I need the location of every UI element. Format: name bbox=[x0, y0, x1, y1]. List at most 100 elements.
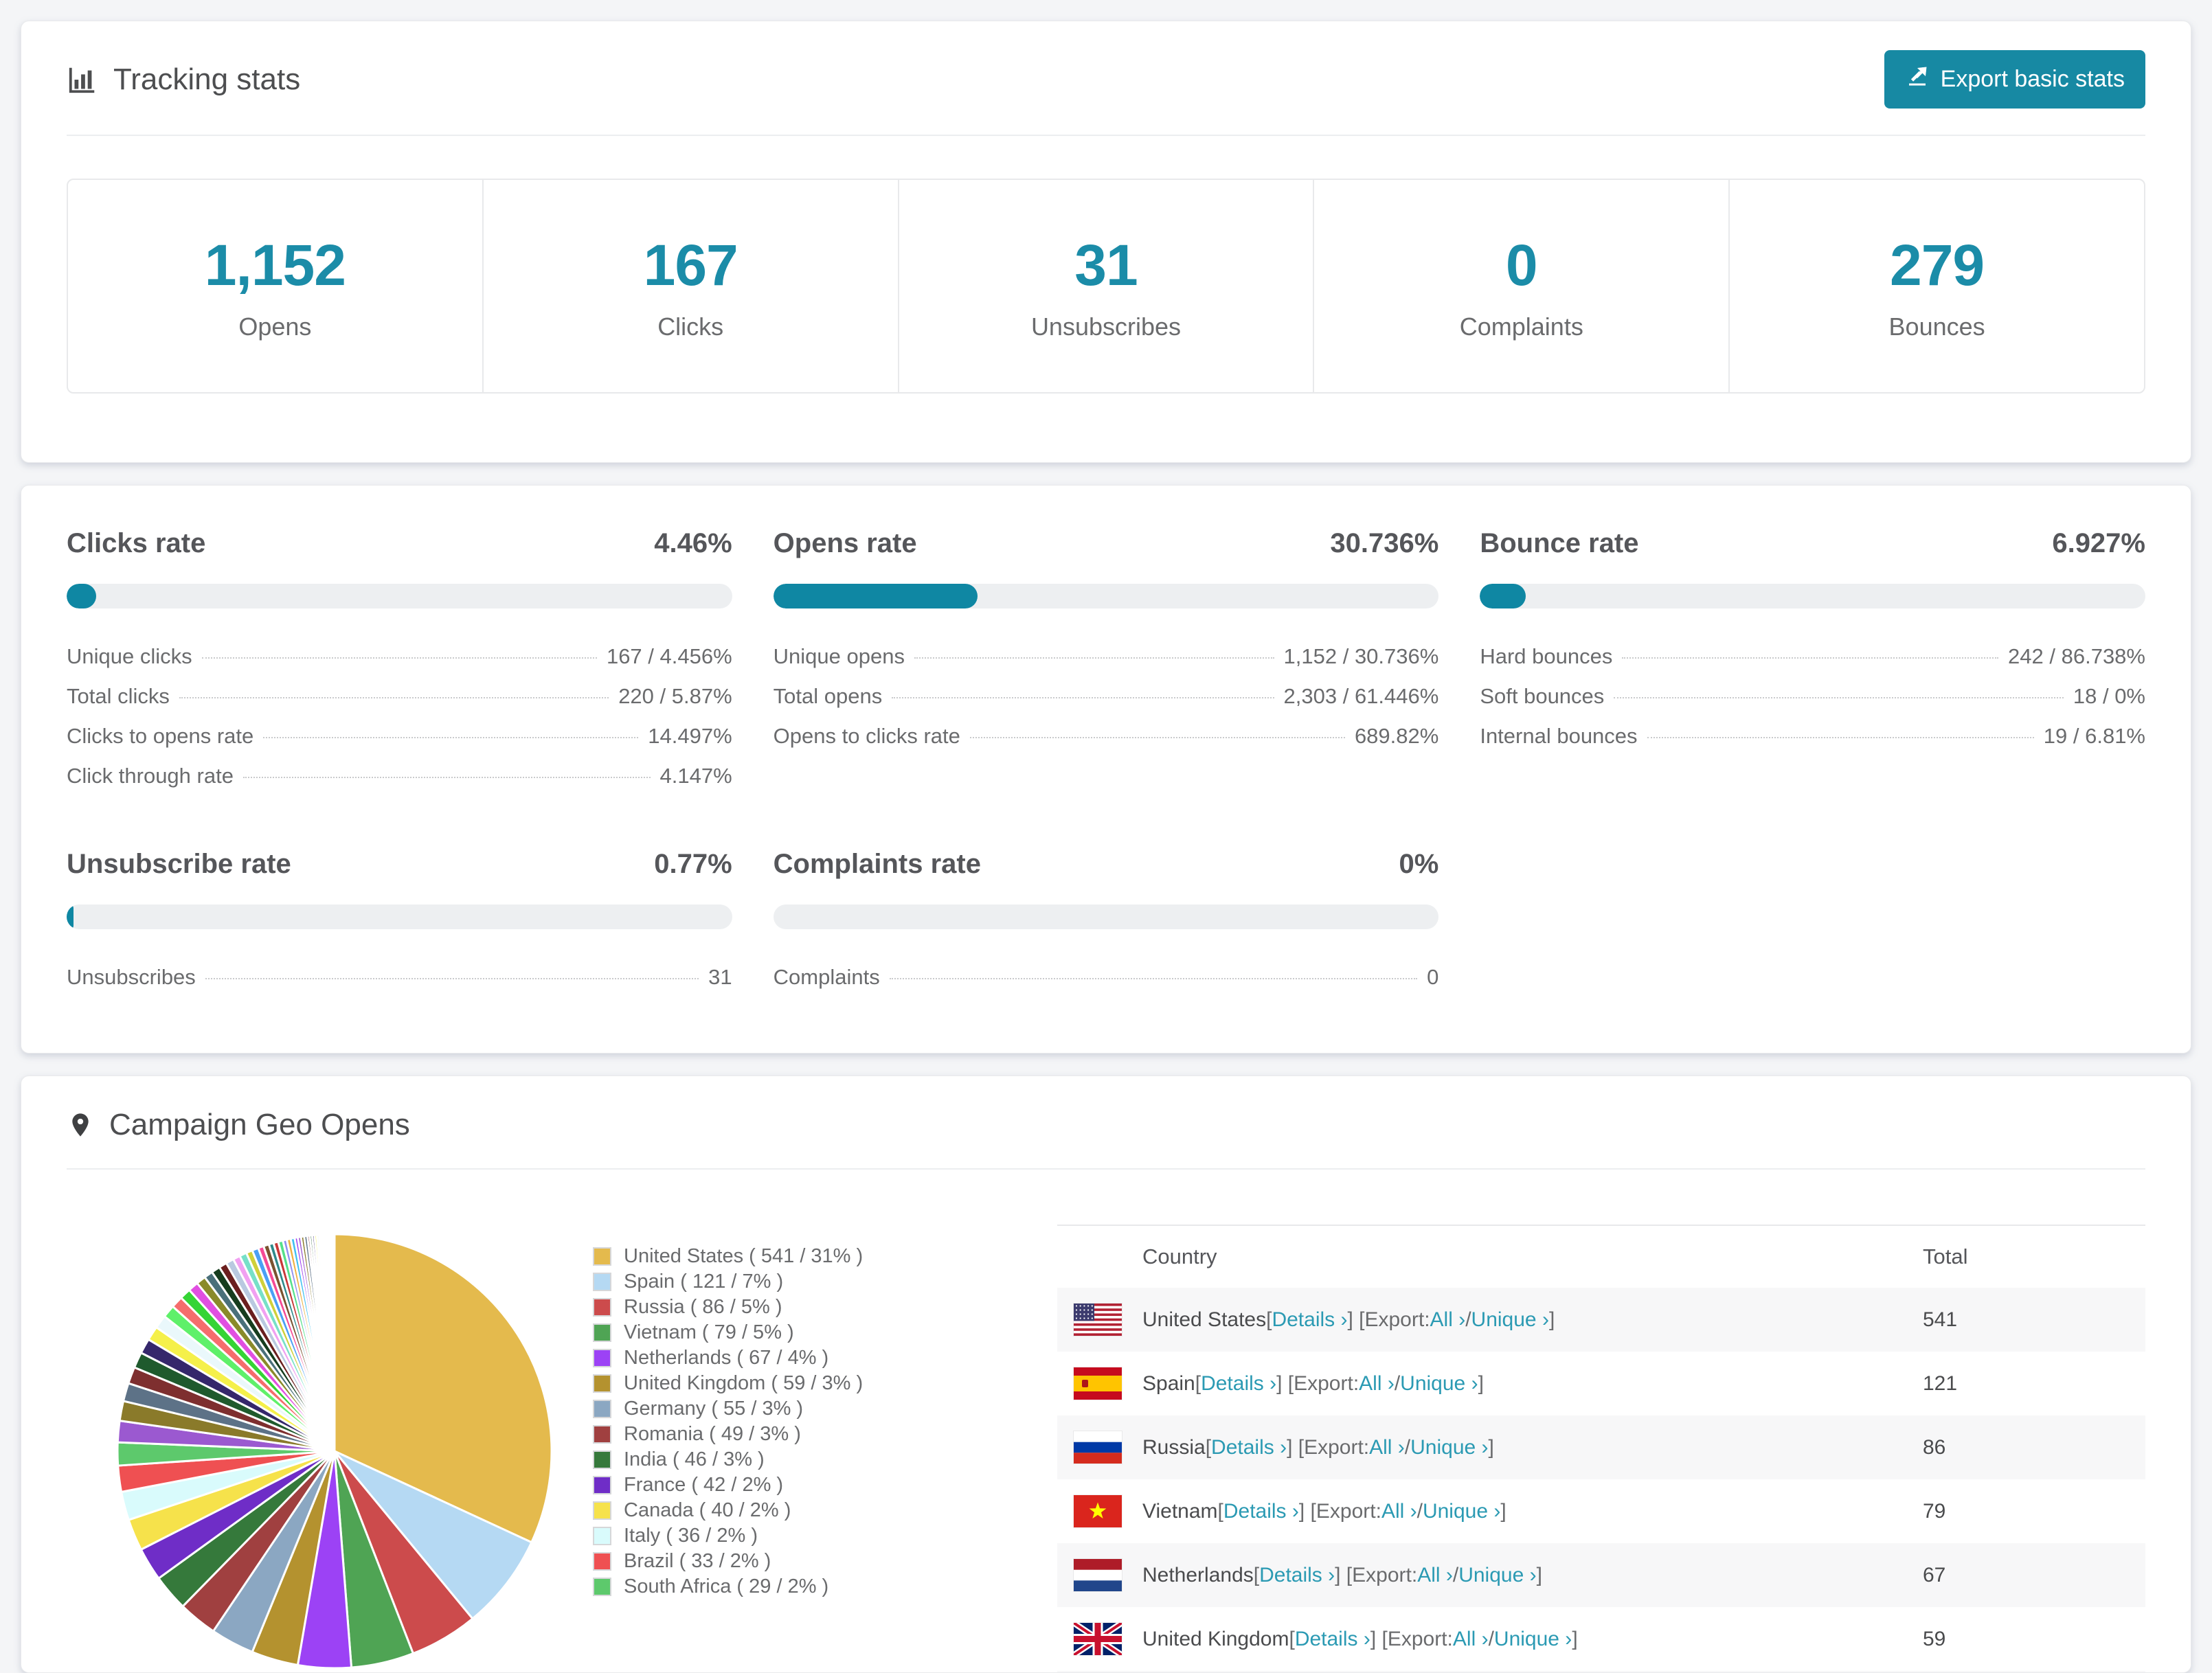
export-unique-link[interactable]: Unique › bbox=[1410, 1436, 1488, 1459]
rate-block-unsubscribe-rate: Unsubscribe rate 0.77% Unsubscribes 31 bbox=[67, 849, 732, 989]
country-column-header: Country bbox=[1142, 1244, 1217, 1268]
legend-item: Romania ( 49 / 3% ) bbox=[593, 1422, 1032, 1447]
export-label: ] [Export: bbox=[1335, 1563, 1418, 1586]
dotted-leader bbox=[914, 657, 1274, 659]
total-cell: 86 bbox=[1923, 1435, 1946, 1459]
export-all-link[interactable]: All › bbox=[1359, 1372, 1395, 1396]
slash: / bbox=[1488, 1627, 1494, 1650]
flag-icon-es bbox=[1074, 1367, 1122, 1400]
export-label: ] [Export: bbox=[1276, 1372, 1359, 1395]
country-cell: Vietnam [Details ›] [Export: All › / Uni… bbox=[1074, 1495, 1923, 1527]
legend-item: Brazil ( 33 / 2% ) bbox=[593, 1549, 1032, 1574]
details-link[interactable]: Details › bbox=[1259, 1564, 1335, 1587]
legend-item: France ( 42 / 2% ) bbox=[593, 1472, 1032, 1498]
rate-head: Complaints rate 0% bbox=[774, 849, 1439, 880]
flag-icon-nl bbox=[1074, 1559, 1122, 1591]
dotted-leader bbox=[263, 737, 639, 738]
stat-value: 0 bbox=[1505, 233, 1538, 297]
export-basic-stats-button[interactable]: Export basic stats bbox=[1884, 50, 2145, 109]
export-all-link[interactable]: All › bbox=[1417, 1564, 1453, 1587]
progress-bar bbox=[773, 584, 1439, 608]
table-row-gb: United Kingdom [Details ›] [Export: All … bbox=[1057, 1607, 2145, 1671]
bracket: ] bbox=[1488, 1435, 1494, 1459]
legend-color-swatch bbox=[593, 1501, 611, 1520]
rate-block-opens-rate: Opens rate 30.736% Unique opens 1,152 / 30.… bbox=[773, 528, 1439, 784]
total-cell: 79 bbox=[1923, 1499, 1946, 1523]
map-pin-icon bbox=[67, 1109, 94, 1141]
rate-title: Unsubscribe rate bbox=[67, 849, 291, 879]
export-all-link[interactable]: All › bbox=[1369, 1436, 1405, 1459]
rate-title: Clicks rate bbox=[67, 528, 206, 558]
legend-color-swatch bbox=[593, 1552, 611, 1571]
rate-head: Bounce rate 6.927% bbox=[1480, 528, 2145, 559]
table-row-vn: Vietnam [Details ›] [Export: All › / Uni… bbox=[1057, 1479, 2145, 1543]
country-name: Spain bbox=[1142, 1372, 1195, 1395]
details-link[interactable]: Details › bbox=[1295, 1628, 1370, 1651]
rate-head: Unsubscribe rate 0.77% bbox=[67, 849, 732, 880]
bracket: ] bbox=[1500, 1499, 1506, 1523]
rate-stat-row: Total opens 2,303 / 61.446% bbox=[774, 684, 1439, 708]
rate-stat-label: Internal bounces bbox=[1480, 724, 1638, 748]
rate-stat-rows: Unique clicks 167 / 4.456% Total clicks 220… bbox=[67, 644, 732, 788]
legend-label: Brazil ( 33 / 2% ) bbox=[624, 1550, 771, 1572]
table-row-ru: Russia [Details ›] [Export: All › / Uniq… bbox=[1057, 1415, 2145, 1479]
country-name: United States bbox=[1142, 1308, 1267, 1331]
progress-bar-fill bbox=[67, 904, 74, 929]
export-unique-link[interactable]: Unique › bbox=[1400, 1372, 1478, 1396]
dotted-leader bbox=[242, 777, 651, 778]
rate-stat-value: 1,152 / 30.736% bbox=[1283, 644, 1439, 668]
details-link[interactable]: Details › bbox=[1272, 1308, 1347, 1332]
rate-stat-value: 2,303 / 61.446% bbox=[1283, 684, 1439, 708]
export-label: ] [Export: bbox=[1370, 1627, 1453, 1650]
rate-value: 30.736% bbox=[1330, 528, 1439, 558]
rate-title: Bounce rate bbox=[1480, 528, 1639, 558]
total-cell: 121 bbox=[1923, 1372, 1958, 1395]
pie-slice-other-49[interactable] bbox=[332, 1233, 336, 1453]
export-unique-link[interactable]: Unique › bbox=[1494, 1628, 1572, 1651]
export-all-link[interactable]: All › bbox=[1430, 1308, 1466, 1332]
bracket: [ bbox=[1266, 1308, 1272, 1331]
rate-stat-rows: Unique opens 1,152 / 30.736% Total opens 2,… bbox=[774, 644, 1439, 748]
rate-stat-row: Clicks to opens rate 14.497% bbox=[67, 724, 732, 748]
legend-color-swatch bbox=[593, 1476, 611, 1494]
export-all-link[interactable]: All › bbox=[1381, 1500, 1417, 1523]
legend-color-swatch bbox=[593, 1578, 611, 1596]
legend-color-swatch bbox=[593, 1349, 611, 1367]
rates-card: Clicks rate 4.46% Unique clicks 167 / 4.456… bbox=[21, 485, 2191, 1054]
stat-card-complaints: 0 Complaints bbox=[1314, 180, 1730, 392]
legend-label: Netherlands ( 67 / 4% ) bbox=[624, 1347, 829, 1369]
export-all-link[interactable]: All › bbox=[1453, 1628, 1489, 1651]
rate-stat-row: Hard bounces 242 / 86.738% bbox=[1480, 644, 2145, 668]
details-link[interactable]: Details › bbox=[1223, 1500, 1299, 1523]
dotted-leader bbox=[1647, 737, 2034, 738]
export-label: ] [Export: bbox=[1298, 1499, 1381, 1523]
progress-bar bbox=[67, 584, 732, 608]
stat-card-clicks: 167 Clicks bbox=[484, 180, 899, 392]
export-unique-link[interactable]: Unique › bbox=[1458, 1564, 1536, 1587]
rate-stat-value: 242 / 86.738% bbox=[2008, 644, 2145, 668]
rates-row-2: Unsubscribe rate 0.77% Unsubscribes 31 Compl… bbox=[67, 849, 2145, 989]
stat-label: Complaints bbox=[1459, 312, 1583, 341]
dotted-leader bbox=[1622, 657, 1999, 659]
rate-stat-value: 18 / 0% bbox=[2073, 684, 2145, 708]
legend-label: Russia ( 86 / 5% ) bbox=[624, 1296, 782, 1318]
stat-value: 279 bbox=[1890, 233, 1985, 297]
rate-stat-row: Total clicks 220 / 5.87% bbox=[67, 684, 732, 708]
dotted-leader bbox=[889, 978, 1418, 979]
stat-label: Clicks bbox=[657, 312, 724, 341]
rate-head: Clicks rate 4.46% bbox=[67, 528, 732, 559]
rate-stat-row: Unique opens 1,152 / 30.736% bbox=[774, 644, 1439, 668]
legend-item: United Kingdom ( 59 / 3% ) bbox=[593, 1371, 1032, 1396]
bracket: ] bbox=[1548, 1308, 1555, 1331]
stats-summary-row: 1,152 Opens 167 Clicks 31 Unsubscribes 0 Compla… bbox=[67, 179, 2145, 394]
details-link[interactable]: Details › bbox=[1211, 1436, 1287, 1459]
bracket: ] bbox=[1478, 1372, 1484, 1395]
details-link[interactable]: Details › bbox=[1201, 1372, 1276, 1396]
export-unique-link[interactable]: Unique › bbox=[1471, 1308, 1549, 1332]
legend-color-swatch bbox=[593, 1425, 611, 1444]
legend-item: India ( 46 / 3% ) bbox=[593, 1447, 1032, 1472]
export-unique-link[interactable]: Unique › bbox=[1423, 1500, 1500, 1523]
bracket: [ bbox=[1289, 1627, 1295, 1650]
rate-stat-value: 31 bbox=[708, 965, 732, 989]
country-name: United Kingdom bbox=[1142, 1627, 1289, 1650]
